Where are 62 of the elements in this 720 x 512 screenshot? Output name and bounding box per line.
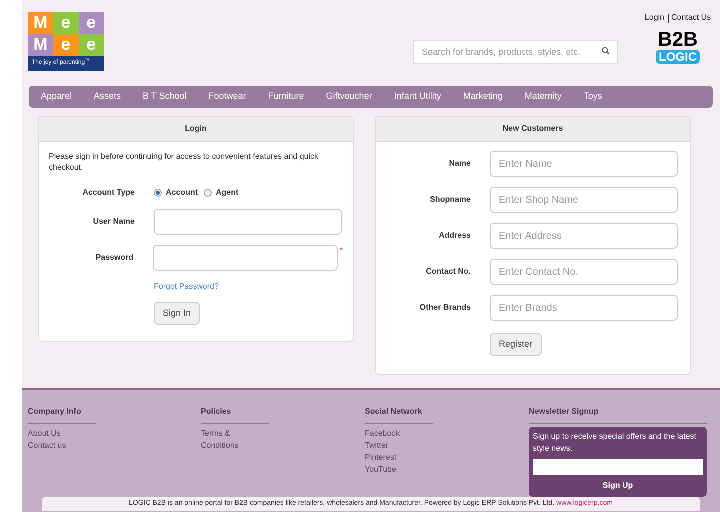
input-field[interactable]: Enter Shop Name <box>490 187 678 214</box>
header-link[interactable]: Login <box>644 12 664 24</box>
brand-logo[interactable]: B2B LOGIC <box>656 30 700 64</box>
nav-item[interactable]: Infant Utility <box>394 90 442 104</box>
field-label: Account Type <box>82 187 135 200</box>
footer-link[interactable]: Facebook <box>365 428 529 440</box>
search-icon[interactable] <box>602 47 610 55</box>
logo-letter: e <box>53 12 79 34</box>
input-field[interactable] <box>152 245 338 272</box>
forgot-password-link[interactable]: Forgot Password? <box>154 281 219 294</box>
footer-link[interactable]: Contact us <box>28 440 201 452</box>
nav-item[interactable]: Toys <box>584 90 602 104</box>
nav-item[interactable]: Footwear <box>208 90 246 104</box>
sign-in-button[interactable]: Sign In <box>154 302 200 326</box>
panel-title: New Customers <box>502 123 564 136</box>
nav-item[interactable]: Marketing <box>463 90 503 104</box>
field-label: Password <box>94 252 134 264</box>
input-field[interactable]: Enter Name <box>490 151 678 178</box>
field-label: Contact No. <box>425 266 471 278</box>
field-label: User Name <box>92 216 135 228</box>
footer-link[interactable]: Terms & <box>201 428 365 440</box>
header-link[interactable]: Contact Us <box>672 12 712 24</box>
input-field[interactable]: Enter Contact No. <box>490 259 678 286</box>
required-mark: * <box>340 245 343 258</box>
field-label: Address <box>438 230 471 242</box>
newsletter-text: Sign up to receive special offers and the latest style news. <box>533 430 698 454</box>
logo-letter: e <box>78 34 104 56</box>
field-label: Shopname <box>429 194 471 206</box>
sign-up-button[interactable]: Sign Up <box>533 478 703 492</box>
input-field[interactable] <box>154 209 342 236</box>
radio-option[interactable]: Account <box>154 187 198 200</box>
email-field[interactable] <box>533 458 703 474</box>
nav-item[interactable]: Giftvoucher <box>326 90 372 104</box>
brand-logo-bottom: LOGIC <box>656 50 700 64</box>
radio-option[interactable]: Agent <box>204 187 239 200</box>
brand-logo-top: B2B <box>658 30 698 50</box>
footer-link[interactable]: YouTube <box>365 464 529 476</box>
input-field[interactable]: Enter Brands <box>490 295 678 322</box>
footer-link[interactable]: About Us <box>28 428 201 440</box>
nav-item[interactable]: Apparel <box>41 90 72 104</box>
nav-item[interactable]: Assets <box>94 90 122 104</box>
logo-letter: M <box>28 34 54 56</box>
nav-item[interactable]: B T School <box>143 90 187 104</box>
input-field[interactable]: Enter Address <box>490 223 678 250</box>
logo-letter: e <box>78 12 104 34</box>
footer-link[interactable]: Pinterest <box>365 452 529 464</box>
register-button[interactable]: Register <box>490 333 542 356</box>
footer-link[interactable]: Conditions <box>201 440 365 452</box>
footer-heading: Policies <box>201 406 232 416</box>
footer-heading: Company Info <box>28 406 82 416</box>
intro-text: Please sign in before continuing for access to convenient features and quick checkout. <box>49 151 320 174</box>
footer-heading: Social Network <box>365 406 422 416</box>
logo-letter: e <box>53 34 79 56</box>
nav-item[interactable]: Furniture <box>268 90 304 104</box>
search-field[interactable]: Search for brands, products, styles, etc. <box>413 40 618 64</box>
panel-title: Login <box>185 123 207 136</box>
nav-item[interactable]: Maternity <box>524 90 562 104</box>
field-label: Name <box>448 158 471 170</box>
footer-link[interactable]: Twitter <box>365 440 529 452</box>
field-label: Other Brands <box>418 302 471 314</box>
logo-letter: M <box>28 12 54 34</box>
footer-heading: Newsletter Signup <box>529 406 599 416</box>
